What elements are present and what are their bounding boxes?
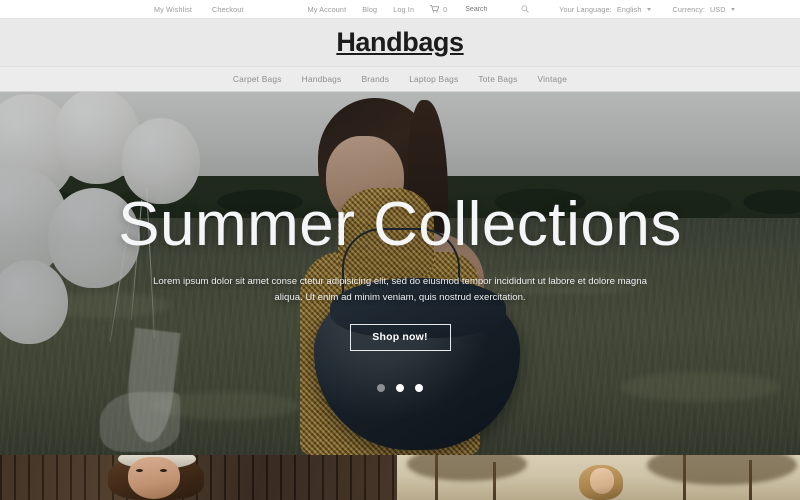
promo-panel-right[interactable] <box>397 455 800 500</box>
currency-selector[interactable]: Currency: USD <box>673 5 735 14</box>
currency-value: USD <box>710 4 726 14</box>
topbar-right-selectors: Your Language: English Currency: USD <box>559 4 735 14</box>
search-box[interactable] <box>465 3 537 16</box>
tree-canopy <box>647 455 797 485</box>
language-label: Your Language: <box>559 4 612 14</box>
hero-carousel: Summer Collections Lorem ipsum dolor sit… <box>0 92 800 455</box>
hero-overlay-shade <box>0 92 800 455</box>
top-utility-bar: My Wishlist Checkout My Account Blog Log… <box>0 0 800 18</box>
carousel-dot-1[interactable] <box>377 384 385 392</box>
chevron-down-icon <box>646 7 651 11</box>
my-wishlist-link[interactable]: My Wishlist <box>154 5 192 14</box>
carousel-dots <box>0 384 800 392</box>
nav-handbags[interactable]: Handbags <box>302 74 342 84</box>
log-in-link[interactable]: Log In <box>393 5 414 14</box>
shopping-cart-icon <box>430 5 440 13</box>
nav-laptop-bags[interactable]: Laptop Bags <box>409 74 458 84</box>
carousel-dot-3[interactable] <box>415 384 423 392</box>
language-selector[interactable]: Your Language: English <box>559 4 651 14</box>
model-eye <box>160 469 167 472</box>
checkout-link[interactable]: Checkout <box>212 5 244 14</box>
cart-button[interactable]: 0 <box>430 5 447 14</box>
promo-panel-left[interactable] <box>0 455 397 500</box>
nav-vintage[interactable]: Vintage <box>537 74 567 84</box>
tree-canopy <box>407 455 527 481</box>
cart-count: 0 <box>443 4 448 14</box>
model-eye <box>136 469 143 472</box>
search-input[interactable] <box>465 5 518 13</box>
currency-label: Currency: <box>672 4 706 14</box>
model-face <box>590 468 614 494</box>
language-value: English <box>616 4 642 14</box>
chevron-down-icon <box>730 7 735 11</box>
main-navigation: Carpet Bags Handbags Brands Laptop Bags … <box>0 66 800 92</box>
model-face <box>128 457 180 499</box>
site-logo[interactable]: Handbags <box>336 27 464 58</box>
shop-now-button[interactable]: Shop now! <box>349 323 451 351</box>
bottom-image-panels <box>0 455 800 500</box>
carousel-dot-2[interactable] <box>396 384 404 392</box>
blog-link[interactable]: Blog <box>362 5 377 14</box>
topbar-account-links: My Account Blog Log In 0 <box>308 5 448 14</box>
logo-band: Handbags <box>0 18 800 66</box>
search-icon[interactable] <box>521 5 530 13</box>
my-account-link[interactable]: My Account <box>308 5 347 14</box>
nav-carpet-bags[interactable]: Carpet Bags <box>233 74 282 84</box>
nav-tote-bags[interactable]: Tote Bags <box>478 74 517 84</box>
topbar-left-links: My Wishlist Checkout <box>154 5 244 14</box>
nav-brands[interactable]: Brands <box>361 74 389 84</box>
